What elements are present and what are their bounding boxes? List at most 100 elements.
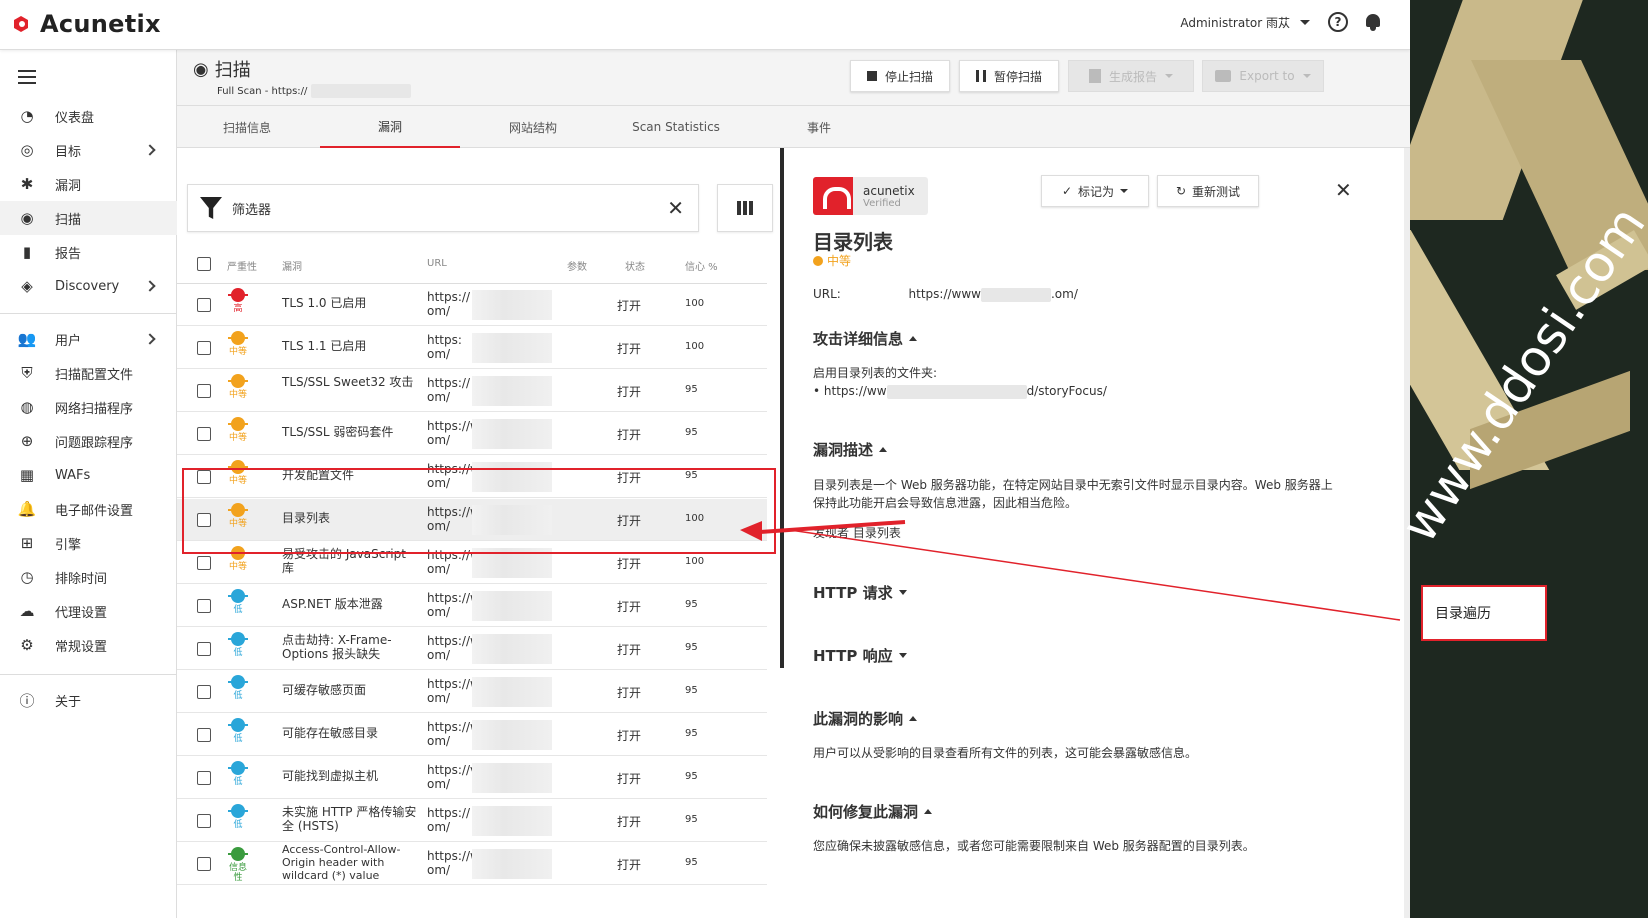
sidebar-divider <box>0 674 177 675</box>
sidebar-item-excluded-hours[interactable]: ◷ 排除时间 <box>0 560 177 594</box>
url-cell: https://ww om/ <box>427 505 552 537</box>
col-vulnerability[interactable]: 漏洞 <box>282 258 302 273</box>
row-checkbox[interactable] <box>197 513 211 527</box>
pause-scan-button[interactable]: 暂停扫描 <box>959 60 1059 92</box>
table-row[interactable]: 高 TLS 1.0 已启用 https://om/打开 100 <box>177 284 767 326</box>
columns-button[interactable] <box>717 184 773 232</box>
close-icon[interactable]: ✕ <box>1335 178 1352 202</box>
confidence-text: 95 <box>685 771 698 782</box>
table-row[interactable]: 中等 易受攻击的 JavaScript 库 https://ww om/打开 100 <box>177 542 767 584</box>
table-row[interactable]: 低 可能找到虚拟主机 https://v om/打开 95 <box>177 757 767 799</box>
row-checkbox[interactable] <box>197 814 211 828</box>
row-checkbox[interactable] <box>197 556 211 570</box>
vulnerability-name: 目录列表 <box>282 511 331 525</box>
attack-details-header[interactable]: 攻击详细信息 <box>813 328 918 349</box>
stop-icon <box>866 71 877 81</box>
mark-as-button[interactable]: ✓ 标记为 <box>1041 175 1149 207</box>
row-checkbox[interactable] <box>197 470 211 484</box>
status-text: 打开 <box>617 643 642 657</box>
row-checkbox[interactable] <box>197 771 211 785</box>
tab-events[interactable]: 事件 <box>749 106 889 148</box>
impact-header[interactable]: 此漏洞的影响 <box>813 708 918 729</box>
generate-report-button[interactable]: 生成报告 <box>1068 60 1194 92</box>
table-row[interactable]: 中等 开发配置文件 https://wv om/打开 95 <box>177 456 767 498</box>
url-text-2: om/ <box>427 777 451 791</box>
select-all-checkbox[interactable] <box>197 257 211 271</box>
chevron-right-icon <box>144 333 156 345</box>
table-row[interactable]: 低 点击劫持: X-Frame-Options 报头缺失 https://wv om/… <box>177 628 767 670</box>
close-icon[interactable]: ✕ <box>667 196 684 220</box>
http-request-header[interactable]: HTTP 请求 <box>813 582 907 603</box>
tab-site-structure[interactable]: 网站结构 <box>463 106 603 148</box>
row-checkbox[interactable] <box>197 857 211 871</box>
page-title-text: 扫描 <box>214 60 251 81</box>
sidebar-item-general-settings[interactable]: ⚙ 常规设置 <box>0 628 177 662</box>
severity-cell: 低 <box>227 675 249 701</box>
description-header[interactable]: 漏洞描述 <box>813 439 888 460</box>
row-checkbox[interactable] <box>197 384 211 398</box>
col-url[interactable]: URL <box>427 258 447 269</box>
row-checkbox[interactable] <box>197 599 211 613</box>
user-menu[interactable]: Administrator 雨苁 <box>1180 14 1310 31</box>
export-to-button[interactable]: Export to <box>1202 60 1324 92</box>
sidebar-item-reports[interactable]: ▮ 报告 <box>0 235 177 269</box>
remediation-title: 如何修复此漏洞 <box>813 803 919 821</box>
sidebar-item-discovery[interactable]: ◈ Discovery <box>0 269 177 303</box>
sidebar-item-network-scanner[interactable]: ◍ 网络扫描程序 <box>0 390 177 424</box>
col-severity[interactable]: 严重性 <box>227 258 257 273</box>
scan-icon: ◉ <box>20 209 34 227</box>
table-row[interactable]: 低 可缓存敏感页面 https://wv om/打开 95 <box>177 671 767 713</box>
sidebar-item-proxy-settings[interactable]: ☁ 代理设置 <box>0 594 177 628</box>
col-confidence[interactable]: 信心 % <box>685 258 718 273</box>
logo[interactable]: Acunetix <box>14 10 161 38</box>
redacted-url <box>472 720 552 750</box>
sidebar-item-engines[interactable]: ⊞ 引擎 <box>0 526 177 560</box>
hamburger-menu-icon[interactable] <box>18 70 36 84</box>
notification-bell-icon[interactable] <box>1364 12 1382 32</box>
sidebar-item-users[interactable]: 👥 用户 <box>0 322 177 356</box>
bug-icon <box>228 847 248 861</box>
col-parameters[interactable]: 参数 <box>567 258 587 273</box>
help-icon[interactable]: ? <box>1328 12 1348 32</box>
sidebar-item-wafs[interactable]: ▦ WAFs <box>0 458 177 492</box>
sidebar-item-targets[interactable]: ◎ 目标 <box>0 133 177 167</box>
sidebar-item-about[interactable]: ⓘ 关于 <box>0 683 177 717</box>
sidebar-item-scans[interactable]: ◉ 扫描 <box>0 201 177 235</box>
redacted-url <box>472 806 552 836</box>
table-row[interactable]: 信息性 Access-Control-Allow-Origin header wi… <box>177 843 767 885</box>
tab-scan-statistics[interactable]: Scan Statistics <box>606 106 746 148</box>
sidebar-item-issue-trackers[interactable]: ⊕ 问题跟踪程序 <box>0 424 177 458</box>
row-checkbox[interactable] <box>197 728 211 742</box>
sidebar-item-label: 目标 <box>55 144 82 160</box>
sidebar-item-vulnerabilities[interactable]: ✱ 漏洞 <box>0 167 177 201</box>
table-row[interactable]: 中等 目录列表 https://ww om/打开 100 <box>177 499 767 541</box>
table-row[interactable]: 低 可能存在敏感目录 https://w om/打开 95 <box>177 714 767 756</box>
table-row[interactable]: 低 未实施 HTTP 严格传输安全 (HSTS) https://om/打开 95 <box>177 800 767 842</box>
row-checkbox[interactable] <box>197 298 211 312</box>
row-checkbox[interactable] <box>197 642 211 656</box>
tab-scan-info[interactable]: 扫描信息 <box>177 106 317 148</box>
table-row[interactable]: 中等 TLS/SSL 弱密码套件 https://w om/打开 95 <box>177 413 767 455</box>
table-row[interactable]: 中等 TLS/SSL Sweet32 攻击 https://om/打开 95 <box>177 370 767 412</box>
row-checkbox[interactable] <box>197 685 211 699</box>
confidence-text: 95 <box>685 384 698 395</box>
table-row[interactable]: 低 ASP.NET 版本泄露 https://wv om/打开 95 <box>177 585 767 627</box>
http-response-header[interactable]: HTTP 响应 <box>813 645 907 666</box>
remediation-header[interactable]: 如何修复此漏洞 <box>813 801 933 822</box>
severity-text: 中等 <box>228 519 247 529</box>
sidebar-item-scan-profiles[interactable]: ⛨ 扫描配置文件 <box>0 356 177 390</box>
row-checkbox[interactable] <box>197 427 211 441</box>
table-row[interactable]: 中等 TLS 1.1 已启用 https: om/打开 100 <box>177 327 767 369</box>
severity-text: 低 <box>233 820 243 830</box>
sidebar-item-email-settings[interactable]: 🔔 电子邮件设置 <box>0 492 177 526</box>
bug-icon <box>228 288 248 302</box>
logo-text: Acunetix <box>40 10 161 38</box>
url-cell: https://w om/ <box>427 419 552 451</box>
filter-bar[interactable]: 筛选器 ✕ <box>187 184 699 232</box>
col-status[interactable]: 状态 <box>625 258 645 273</box>
sidebar-item-dashboard[interactable]: ◔ 仪表盘 <box>0 99 177 133</box>
row-checkbox[interactable] <box>197 341 211 355</box>
tab-vulnerabilities[interactable]: 漏洞 <box>320 106 460 148</box>
retest-button[interactable]: ↻ 重新测试 <box>1157 175 1259 207</box>
stop-scan-button[interactable]: 停止扫描 <box>850 60 950 92</box>
